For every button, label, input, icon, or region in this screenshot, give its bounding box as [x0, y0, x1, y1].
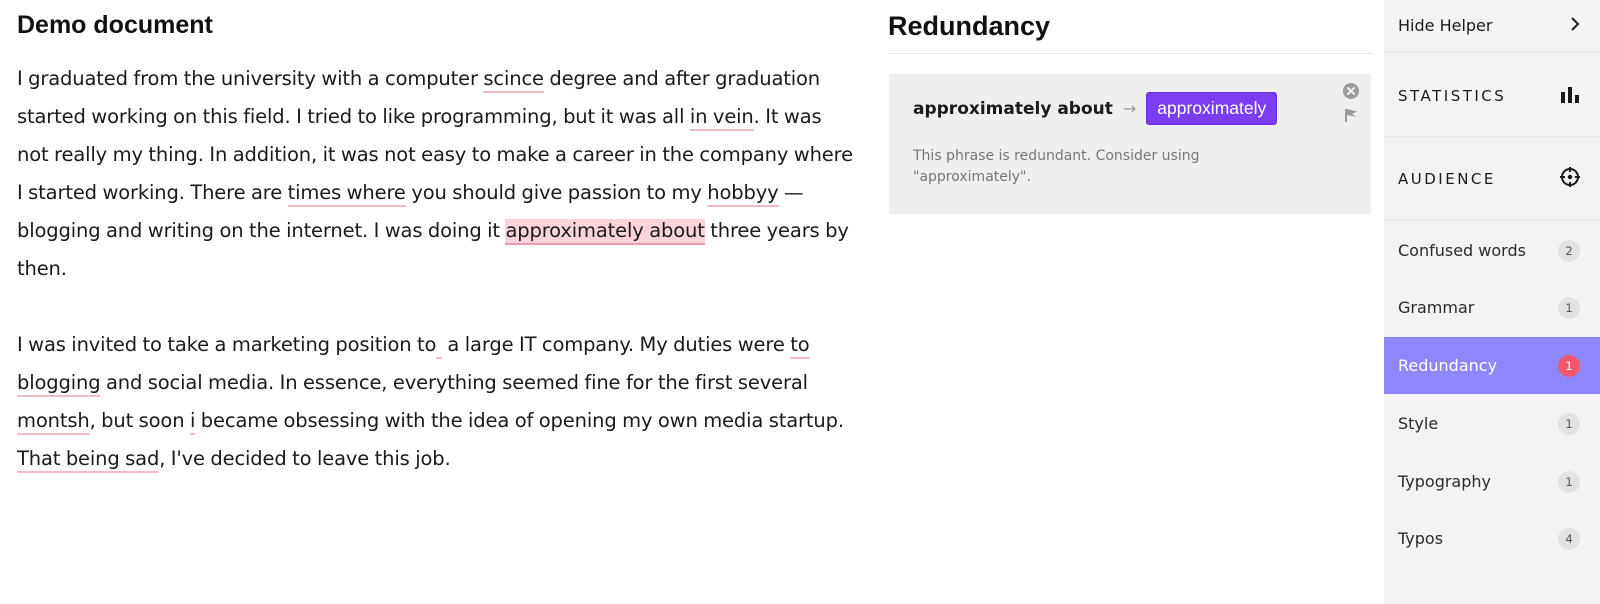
- count-badge: 1: [1558, 296, 1580, 319]
- issue-mark-that-being-sad[interactable]: That being sad: [17, 447, 159, 473]
- issue-mark-scince[interactable]: scince: [483, 67, 544, 93]
- statistics-label: STATISTICS: [1398, 86, 1507, 105]
- paragraph-2[interactable]: I was invited to take a marketing positi…: [17, 326, 857, 478]
- document-title: Demo document: [17, 11, 213, 39]
- category-grammar[interactable]: Grammar 1: [1384, 279, 1600, 336]
- text-segment: I was invited to take a marketing positi…: [17, 333, 437, 356]
- category-label: Redundancy: [1398, 356, 1498, 375]
- issue-card[interactable]: approximately about → approximately This…: [889, 74, 1371, 214]
- text-segment: , I've decided to leave this job.: [159, 447, 451, 470]
- chevron-right-icon: [1570, 16, 1580, 36]
- issue-mark-hobbyy[interactable]: hobbyy: [707, 181, 779, 207]
- category-redundancy[interactable]: Redundancy 1: [1384, 337, 1600, 394]
- category-label: Typos: [1398, 529, 1444, 548]
- target-icon: [1560, 166, 1580, 191]
- issue-card-header: approximately about → approximately: [913, 92, 1278, 125]
- issue-panel: Redundancy approximately about → approxi…: [888, 0, 1372, 214]
- issue-mark-montsh[interactable]: montsh: [17, 409, 90, 435]
- category-label: Grammar: [1398, 298, 1475, 317]
- hide-helper-button[interactable]: Hide Helper: [1384, 0, 1600, 52]
- flag-icon[interactable]: [1343, 107, 1359, 123]
- close-icon[interactable]: [1343, 83, 1359, 99]
- issue-phrase: approximately about: [913, 98, 1113, 119]
- text-segment: you should give passion to my: [405, 181, 708, 204]
- document-body[interactable]: I graduated from the university with a c…: [17, 60, 857, 478]
- category-style[interactable]: Style 1: [1384, 395, 1600, 452]
- bar-chart-icon: [1560, 85, 1580, 107]
- category-label: Style: [1398, 414, 1439, 433]
- count-badge: 4: [1558, 527, 1580, 550]
- issue-mark-in-vein[interactable]: in vein: [689, 105, 754, 131]
- count-badge: 1: [1558, 470, 1580, 493]
- text-segment: , but soon: [89, 409, 190, 432]
- document: Demo document I graduated from the unive…: [17, 10, 857, 478]
- category-typography[interactable]: Typography 1: [1384, 453, 1600, 510]
- section-statistics[interactable]: STATISTICS: [1384, 55, 1600, 137]
- audience-label: AUDIENCE: [1398, 169, 1496, 188]
- category-label: Typography: [1398, 472, 1491, 491]
- paragraph-1[interactable]: I graduated from the university with a c…: [17, 60, 857, 288]
- hide-helper-label: Hide Helper: [1398, 16, 1493, 35]
- text-segment: I graduated from the university with a c…: [17, 67, 484, 90]
- count-badge: 2: [1558, 239, 1580, 262]
- issue-mark-times-where[interactable]: times where: [287, 181, 406, 207]
- category-label: Confused words: [1398, 241, 1526, 260]
- section-audience[interactable]: AUDIENCE: [1384, 138, 1600, 220]
- issue-mark-approximately-about[interactable]: approximately about: [505, 219, 705, 245]
- text-segment: became obsessing with the idea of openin…: [195, 409, 844, 432]
- count-badge: 1: [1558, 354, 1580, 377]
- helper-sidebar: Hide Helper STATISTICS AUDIENCE Confused…: [1384, 0, 1600, 604]
- text-segment: a large IT company. My duties were: [441, 333, 791, 356]
- issue-description: This phrase is redundant. Consider using…: [913, 148, 1200, 185]
- category-typos[interactable]: Typos 4: [1384, 510, 1600, 567]
- panel-title: Redundancy: [888, 0, 1372, 54]
- category-confused-words[interactable]: Confused words 2: [1384, 222, 1600, 279]
- arrow-right-icon: →: [1122, 99, 1137, 118]
- count-badge: 1: [1558, 412, 1580, 435]
- text-segment: and social media. In essence, everything…: [100, 371, 808, 394]
- suggestion-button[interactable]: approximately: [1146, 92, 1278, 125]
